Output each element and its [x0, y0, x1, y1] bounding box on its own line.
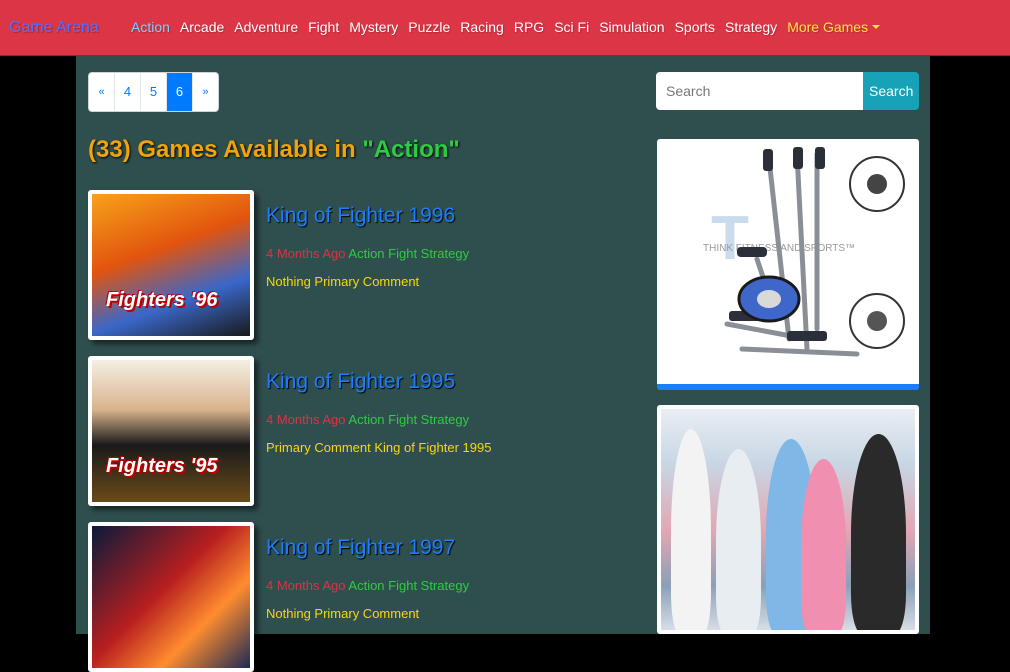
nav-item-sports[interactable]: Sports — [675, 19, 715, 35]
nav-item-mystery[interactable]: Mystery — [349, 19, 398, 35]
nav-item-racing[interactable]: Racing — [460, 19, 504, 35]
nav-item-fight[interactable]: Fight — [308, 19, 339, 35]
nav-item-sci-fi[interactable]: Sci Fi — [554, 19, 589, 35]
game-title[interactable]: King of Fighter 1997 — [266, 536, 455, 560]
nav-item-adventure[interactable]: Adventure — [234, 19, 298, 35]
main-content: « 4 5 6 » Search (33) Games Available in… — [76, 56, 930, 672]
nav-item-action[interactable]: Action — [131, 19, 170, 35]
caret-down-icon — [872, 25, 881, 29]
ad-photo — [661, 409, 915, 630]
game-meta: 4 Months Ago Action Fight Strategy — [266, 578, 469, 593]
category-nav: Action Arcade Adventure Fight Mystery Pu… — [131, 19, 890, 35]
game-cover-image: Fighters '96 — [92, 194, 250, 336]
game-thumbnail[interactable]: Fighters '96 — [88, 190, 254, 340]
pagination-next[interactable]: » — [193, 73, 218, 111]
pagination: « 4 5 6 » — [88, 72, 219, 112]
nav-item-simulation[interactable]: Simulation — [599, 19, 664, 35]
nav-item-rpg[interactable]: RPG — [514, 19, 544, 35]
search-form: Search — [656, 72, 919, 110]
page-heading: (33) Games Available in "Action" — [88, 136, 460, 164]
game-tags[interactable]: Action Fight Strategy — [348, 578, 469, 593]
game-thumbnail[interactable] — [88, 522, 254, 672]
game-title[interactable]: King of Fighter 1996 — [266, 204, 455, 228]
game-cover-text: Fighters '95 — [106, 455, 218, 477]
heading-category: "Action" — [362, 136, 460, 163]
elliptical-trainer-icon — [724, 147, 905, 357]
ad-image: T THINK FITNESS AND SPORTS™ — [657, 139, 919, 384]
game-meta: 4 Months Ago Action Fight Strategy — [266, 412, 469, 427]
game-comment: Nothing Primary Comment — [266, 274, 420, 289]
nav-item-arcade[interactable]: Arcade — [180, 19, 224, 35]
search-button[interactable]: Search — [863, 72, 919, 110]
more-games-label: More Games — [787, 19, 869, 35]
more-games-dropdown[interactable]: More Games — [787, 19, 881, 35]
game-cover-text: Fighters '96 — [106, 289, 218, 311]
game-comment: Primary Comment King of Fighter 1995 — [266, 440, 492, 455]
ad-figure — [671, 429, 711, 630]
ad-figure — [801, 459, 846, 630]
game-time-ago: 4 Months Ago — [266, 578, 346, 593]
game-tags[interactable]: Action Fight Strategy — [348, 246, 469, 261]
game-title[interactable]: King of Fighter 1995 — [266, 370, 455, 394]
pagination-page-5[interactable]: 5 — [141, 73, 167, 111]
pagination-page-6[interactable]: 6 — [167, 73, 193, 111]
game-tags[interactable]: Action Fight Strategy — [348, 412, 469, 427]
ad-figure — [716, 449, 761, 630]
game-meta: 4 Months Ago Action Fight Strategy — [266, 246, 469, 261]
ad-banner-fitness-equipment[interactable]: T THINK FITNESS AND SPORTS™ — [657, 139, 919, 390]
nav-item-strategy[interactable]: Strategy — [725, 19, 777, 35]
nav-item-puzzle[interactable]: Puzzle — [408, 19, 450, 35]
game-comment: Nothing Primary Comment — [266, 606, 420, 621]
game-time-ago: 4 Months Ago — [266, 412, 346, 427]
game-card: Fighters '96 King of Fighter 1996 4 Mont… — [88, 190, 648, 340]
games-count: (33) — [88, 136, 131, 163]
ad-figure — [851, 434, 906, 630]
game-card: King of Fighter 1997 4 Months Ago Action… — [88, 522, 648, 672]
pagination-page-4[interactable]: 4 — [115, 73, 141, 111]
heading-text: Games Available in — [137, 136, 356, 163]
brand-logo[interactable]: Game Arena — [9, 19, 99, 37]
top-navbar: Game Arena Action Arcade Adventure Fight… — [0, 0, 1010, 56]
search-input[interactable] — [656, 72, 863, 110]
game-card: Fighters '95 King of Fighter 1995 4 Mont… — [88, 356, 648, 506]
pagination-prev[interactable]: « — [89, 73, 115, 111]
ad-banner-fitness-class[interactable] — [657, 405, 919, 634]
game-cover-image: Fighters '95 — [92, 360, 250, 502]
game-time-ago: 4 Months Ago — [266, 246, 346, 261]
game-cover-image — [92, 526, 250, 668]
game-thumbnail[interactable]: Fighters '95 — [88, 356, 254, 506]
